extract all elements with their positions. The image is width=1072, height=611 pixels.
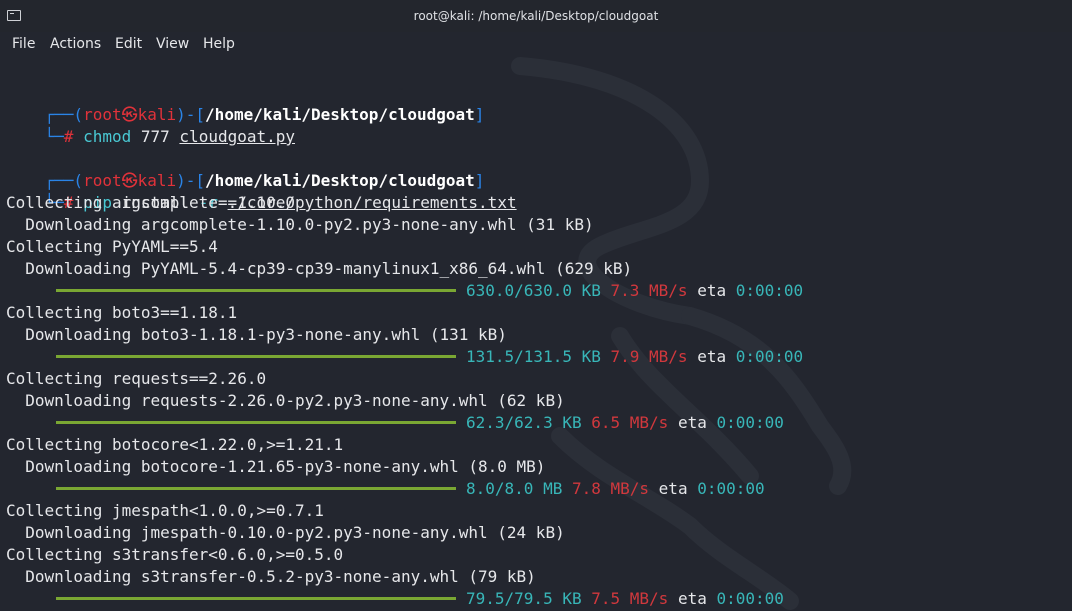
eta-value: 0:00:00 (716, 413, 784, 432)
menu-actions[interactable]: Actions (50, 36, 101, 52)
command-name: chmod (83, 127, 132, 146)
progress-info: 630.0/630.0 KB 7.3 MB/s eta 0:00:00 (466, 280, 803, 302)
progress-rate: 7.8 MB/s (571, 479, 650, 498)
output-line: Downloading botocore-1.21.65-py3-none-an… (6, 457, 546, 476)
output-line: Collecting jmespath<1.0.0,>=0.7.1 (6, 501, 324, 520)
output-line: Downloading jmespath-0.10.0-py2.py3-none… (6, 523, 565, 542)
progress-size: 630.0/630.0 KB (466, 281, 601, 300)
command-args: 777 (131, 127, 180, 146)
output-line: Collecting PyYAML==5.4 (6, 237, 218, 256)
output-line: Collecting botocore<1.22.0,>=1.21.1 (6, 435, 344, 454)
progress-size: 8.0/8.0 MB (466, 479, 563, 498)
progress-bar (56, 421, 456, 424)
progress-rate: 7.5 MB/s (591, 589, 669, 608)
progress-bar (56, 355, 456, 358)
menu-view[interactable]: View (156, 36, 189, 52)
menu-bar: File Actions Edit View Help (0, 32, 1072, 56)
eta-label: eta (658, 479, 688, 498)
eta-label: eta (697, 347, 727, 366)
command-line-2: └─# pip install -r ./core/python/require… (6, 170, 517, 212)
progress-info: 79.5/79.5 KB 7.5 MB/s eta 0:00:00 (466, 588, 784, 610)
window-title: root@kali: /home/kali/Desktop/cloudgoat (413, 9, 659, 23)
progress-rate: 7.3 MB/s (610, 281, 688, 300)
output-line: Collecting s3transfer<0.6.0,>=0.5.0 (6, 545, 344, 564)
output-line: Collecting boto3==1.18.1 (6, 303, 238, 322)
menu-file[interactable]: File (12, 36, 35, 52)
eta-label: eta (677, 413, 707, 432)
prompt-corner: └─ (44, 127, 64, 146)
eta-label: eta (697, 281, 727, 300)
progress-size: 62.3/62.3 KB (466, 413, 582, 432)
output-line: Collecting requests==2.26.0 (6, 369, 267, 388)
menu-help[interactable]: Help (203, 36, 235, 52)
progress-bar (56, 597, 456, 600)
output-line: Downloading PyYAML-5.4-cp39-cp39-manylin… (6, 259, 633, 278)
prompt-hash: # (63, 127, 74, 146)
menu-edit[interactable]: Edit (115, 36, 142, 52)
eta-value: 0:00:00 (697, 479, 765, 498)
eta-value: 0:00:00 (735, 281, 804, 300)
output-line: Collecting argcomplete==1.10.0 (6, 193, 295, 212)
eta-label: eta (677, 589, 707, 608)
progress-bar (56, 487, 456, 490)
prompt-line-1: ┌──(root㉿kali)-[/home/kali/Desktop/cloud… (6, 82, 485, 124)
command-line-1: └─# chmod 777 cloudgoat.py (6, 104, 295, 146)
prompt-line-2: ┌──(root㉿kali)-[/home/kali/Desktop/cloud… (6, 148, 485, 190)
progress-info: 131.5/131.5 KB 7.9 MB/s eta 0:00:00 (466, 346, 803, 368)
output-line: Downloading s3transfer-0.5.2-py3-none-an… (6, 567, 536, 586)
eta-value: 0:00:00 (716, 589, 784, 608)
progress-size: 131.5/131.5 KB (466, 347, 601, 366)
output-line: Downloading argcomplete-1.10.0-py2.py3-n… (6, 215, 594, 234)
progress-info: 8.0/8.0 MB 7.8 MB/s eta 0:00:00 (466, 478, 765, 500)
command-target: cloudgoat.py (179, 127, 296, 146)
title-bar: root@kali: /home/kali/Desktop/cloudgoat (0, 0, 1072, 32)
progress-rate: 6.5 MB/s (591, 413, 669, 432)
prompt-end: ] (474, 105, 485, 124)
progress-info: 62.3/62.3 KB 6.5 MB/s eta 0:00:00 (466, 412, 784, 434)
progress-size: 79.5/79.5 KB (466, 589, 582, 608)
output-line: Downloading requests-2.26.0-py2.py3-none… (6, 391, 565, 410)
progress-bar (56, 289, 456, 292)
progress-rate: 7.9 MB/s (610, 347, 688, 366)
eta-value: 0:00:00 (735, 347, 804, 366)
output-line: Downloading boto3-1.18.1-py3-none-any.wh… (6, 325, 507, 344)
terminal-area[interactable]: ┌──(root㉿kali)-[/home/kali/Desktop/cloud… (0, 56, 1072, 611)
